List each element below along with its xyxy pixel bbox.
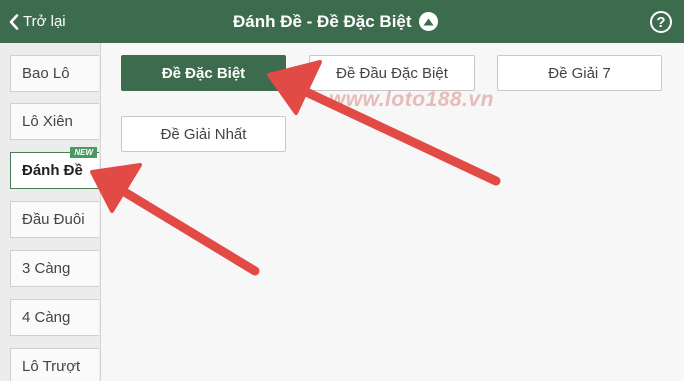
sidebar-item-label: Lô Xiên (22, 113, 73, 130)
page-title-dropdown[interactable]: Đánh Đề - Đề Đặc Biệt (233, 0, 438, 43)
back-label: Trở lại (23, 13, 66, 30)
sidebar-item-lo-xien[interactable]: Lô Xiên (10, 103, 99, 140)
option-label: Đề Đầu Đặc Biệt (336, 64, 448, 82)
question-mark-icon: ? (656, 13, 666, 31)
caret-up-icon (418, 12, 438, 31)
option-de-dau-dac-biet[interactable]: Đề Đầu Đặc Biệt (309, 55, 475, 91)
sidebar: Bao Lô Lô Xiên Đánh Đề NEW Đầu Đuôi 3 Cà… (0, 43, 101, 381)
watermark: www.loto188.vn (329, 88, 494, 111)
help-button[interactable]: ? (650, 11, 672, 33)
sidebar-item-bao-lo[interactable]: Bao Lô (10, 55, 99, 92)
option-de-dac-biet[interactable]: Đề Đặc Biệt (121, 55, 286, 91)
app-header: Trở lại Đánh Đề - Đề Đặc Biệt ? (0, 0, 684, 43)
chevron-left-icon (9, 13, 19, 30)
sidebar-item-label: 4 Càng (22, 309, 71, 326)
sidebar-item-label: Lô Trượt (22, 358, 81, 375)
sidebar-item-label: Đánh Đề (22, 162, 83, 179)
option-label: Đề Giải 7 (548, 64, 611, 82)
option-de-giai-nhat[interactable]: Đề Giải Nhất (121, 116, 286, 152)
new-badge: NEW (70, 147, 97, 158)
page-title: Đánh Đề - Đề Đặc Biệt (233, 11, 412, 31)
option-label: Đề Giải Nhất (160, 125, 247, 143)
sidebar-item-3-cang[interactable]: 3 Càng (10, 250, 99, 287)
sidebar-item-4-cang[interactable]: 4 Càng (10, 299, 99, 336)
sidebar-item-label: Đầu Đuôi (22, 211, 85, 228)
sidebar-item-danh-de[interactable]: Đánh Đề NEW (10, 147, 99, 189)
option-label: Đề Đặc Biệt (161, 64, 246, 82)
back-button[interactable]: Trở lại (9, 0, 66, 43)
option-de-giai-7[interactable]: Đề Giải 7 (497, 55, 662, 91)
sidebar-item-label: Bao Lô (22, 65, 70, 82)
sidebar-item-dau-duoi[interactable]: Đầu Đuôi (10, 201, 99, 238)
sidebar-item-lo-truot[interactable]: Lô Trượt (10, 348, 99, 381)
sidebar-item-label: 3 Càng (22, 260, 71, 277)
